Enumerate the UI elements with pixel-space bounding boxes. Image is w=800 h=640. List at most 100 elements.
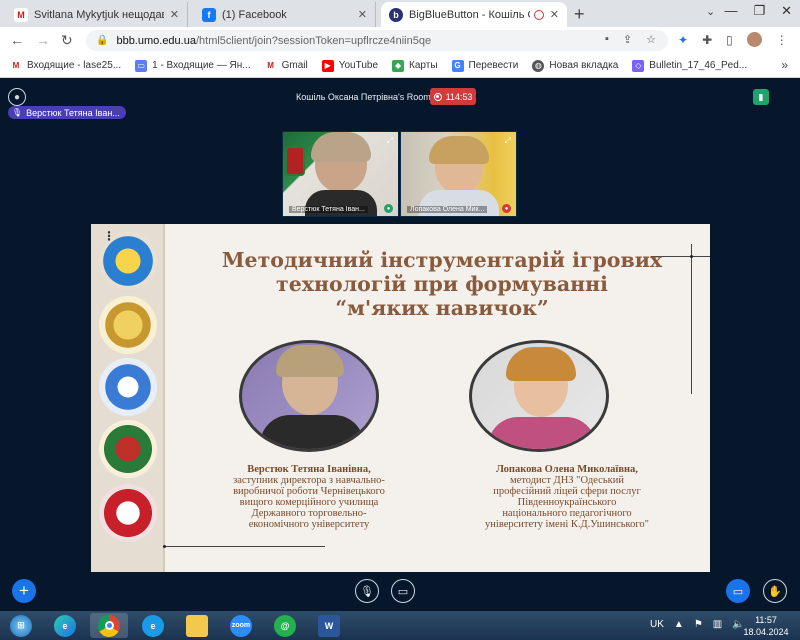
caption-line: Південноукраїнського	[517, 497, 617, 508]
tab-bigbluebutton[interactable]: b BigBlueButton - Кошіль Оксана ✕	[381, 2, 567, 27]
bookmark-maps[interactable]: ◆ Карты	[392, 59, 438, 72]
tab-label: BigBlueButton - Кошіль Оксана	[409, 8, 530, 21]
internet-explorer-icon: e	[142, 614, 164, 637]
camera-icon[interactable]: ▪	[605, 33, 609, 46]
actions-plus-button[interactable]: +	[12, 579, 36, 603]
new-tab-button[interactable]: +	[574, 4, 585, 25]
webcam-tile[interactable]: ⤢ Лопакова Олена Мик... ●	[400, 131, 517, 217]
extensions-area: ✦ ✚ ▯ ⋮	[678, 32, 788, 47]
bookmark-gmail[interactable]: M Gmail	[264, 59, 308, 72]
taskbar-word[interactable]: W	[310, 613, 348, 638]
slide-title: Методичний інструментарій ігрових технол…	[187, 248, 697, 320]
flag-icon[interactable]: ⚑	[694, 619, 703, 630]
bookmark-label: Карты	[409, 60, 438, 71]
clock-date: 18.04.2024	[743, 627, 789, 637]
puzzle-icon[interactable]: ✚	[702, 33, 712, 47]
presentation-menu-icon[interactable]: ⋮	[103, 229, 115, 243]
portrait-hair	[276, 345, 344, 377]
emblem-image	[285, 146, 305, 176]
microphone-off-icon: 🎙	[360, 585, 374, 598]
recording-timer: 114:53	[445, 91, 473, 102]
bookmark-new-tab[interactable]: ◍ Новая вкладка	[532, 59, 618, 72]
yandex-mail-icon: ▭	[135, 59, 148, 72]
browser-tab-bar: M Svitlana Mykytjuk нещодавно ✕ f (1) Fa…	[0, 0, 800, 27]
share-webcam-button[interactable]: ▭	[391, 579, 415, 603]
start-button[interactable]: ⊞	[0, 613, 42, 638]
restore-icon[interactable]: ❐	[753, 3, 765, 19]
language-indicator[interactable]: UK	[650, 619, 664, 630]
maps-icon: ◆	[392, 59, 405, 72]
bookmark-youtube[interactable]: ▶ YouTube	[321, 59, 378, 72]
share-icon[interactable]: ⇪	[623, 33, 632, 46]
minimize-icon[interactable]: —	[724, 3, 737, 19]
extension-icon[interactable]: ✦	[678, 33, 688, 47]
bookmark-gmail-inbox[interactable]: M Входящие - lase25...	[10, 59, 121, 72]
zoom-icon: zoom	[230, 614, 252, 637]
webcam-user-name: Верстюк Тетяна Іван...	[289, 206, 368, 213]
menu-icon[interactable]: ⋮	[776, 33, 788, 47]
tab-facebook[interactable]: f (1) Facebook ✕	[194, 2, 376, 27]
taskbar-chrome[interactable]	[90, 613, 128, 638]
connection-status-button[interactable]: ▮	[753, 89, 769, 105]
webcam-tile[interactable]: ⤢ Верстюк Тетяна Іван... ●	[282, 131, 399, 217]
network-icon[interactable]: ▥	[713, 619, 722, 630]
reload-icon[interactable]: ↻	[61, 32, 73, 49]
close-icon[interactable]: ✕	[170, 8, 179, 21]
bookmark-yandex-inbox[interactable]: ▭ 1 - Входящие — Ян...	[135, 59, 251, 72]
hand-icon: ✋	[768, 585, 782, 598]
raise-hand-button[interactable]: ✋	[763, 579, 787, 603]
bookmark-star-icon[interactable]: ☆	[646, 33, 656, 46]
close-icon[interactable]: ✕	[550, 8, 559, 21]
windows-logo-icon: ⊞	[10, 614, 32, 637]
profile-avatar[interactable]	[746, 32, 762, 47]
tab-label: (1) Facebook	[222, 8, 287, 21]
system-clock[interactable]: 11:57 18.04.2024	[736, 614, 796, 638]
fullscreen-icon[interactable]: ⤢	[387, 136, 393, 146]
recording-button[interactable]: 114:53	[430, 88, 476, 105]
plus-icon: +	[19, 581, 29, 600]
book-seal-logo	[99, 358, 157, 416]
castle-seal-logo	[99, 420, 157, 478]
chrome-icon	[98, 614, 120, 637]
close-icon[interactable]: ✕	[358, 8, 367, 21]
video-camera-icon: ▭	[397, 585, 409, 598]
taskbar-zoom[interactable]: zoom	[222, 613, 260, 638]
tray-expand-icon[interactable]: ▲	[674, 619, 684, 630]
taskbar-edge[interactable]: e	[46, 613, 84, 638]
taskbar-file-explorer[interactable]	[178, 613, 216, 638]
taskbar-internet-explorer[interactable]: e	[134, 613, 172, 638]
users-list-button[interactable]: ●	[8, 88, 26, 106]
share-screen-button[interactable]: ▭	[726, 579, 750, 603]
bookmark-bulletin[interactable]: ◇ Bulletin_17_46_Ped...	[632, 59, 747, 72]
document-icon: ◇	[632, 59, 645, 72]
omnibox-actions: ▪ ⇪ ☆	[605, 33, 656, 46]
sidebar-icon[interactable]: ▯	[726, 33, 733, 47]
facebook-icon: f	[202, 7, 216, 22]
bookmark-label: Gmail	[281, 60, 308, 71]
talking-indicator[interactable]: 🎙 Верстюк Тетяна Іван...	[8, 106, 126, 119]
portrait-body	[488, 417, 596, 449]
fullscreen-icon[interactable]: ⤢	[505, 136, 511, 146]
mute-audio-button[interactable]: 🎙	[355, 579, 379, 603]
bookmark-translate[interactable]: G Перевести	[451, 59, 518, 72]
url-input[interactable]: 🔒 bbb.umo.edu.ua/html5client/join?sessio…	[86, 30, 668, 51]
presentation-slide[interactable]: ⋮ Методичний інструментарій ігрових техн…	[91, 224, 710, 572]
left-person-caption: Верстюк Тетяна Іванівна, заступник дирек…	[203, 464, 415, 530]
signal-bars-icon: ▮	[758, 91, 764, 102]
person-name: Верстюк Тетяна Іванівна,	[247, 464, 371, 475]
forward-icon[interactable]: →	[36, 32, 50, 48]
caption-line: виробничої роботи Чернівецького	[233, 486, 385, 497]
tab-search-icon[interactable]: ⌄	[706, 5, 715, 18]
window-controls: — ❐ ✕	[724, 3, 792, 19]
recording-indicator-icon	[533, 9, 544, 20]
back-icon[interactable]: ←	[10, 32, 24, 48]
clock-time: 11:57	[755, 615, 777, 625]
close-window-icon[interactable]: ✕	[781, 3, 792, 19]
taskbar-messenger[interactable]: @	[266, 613, 304, 638]
caption-line: методист ДНЗ "Одеський	[510, 475, 624, 486]
edge-icon: e	[54, 614, 76, 637]
bookmarks-overflow-icon[interactable]: »	[781, 58, 788, 72]
tab-gmail-svitlana[interactable]: M Svitlana Mykytjuk нещодавно ✕	[6, 2, 188, 27]
url-host: bbb.umo.edu.ua	[116, 34, 196, 47]
bigbluebutton-icon: b	[389, 7, 403, 22]
